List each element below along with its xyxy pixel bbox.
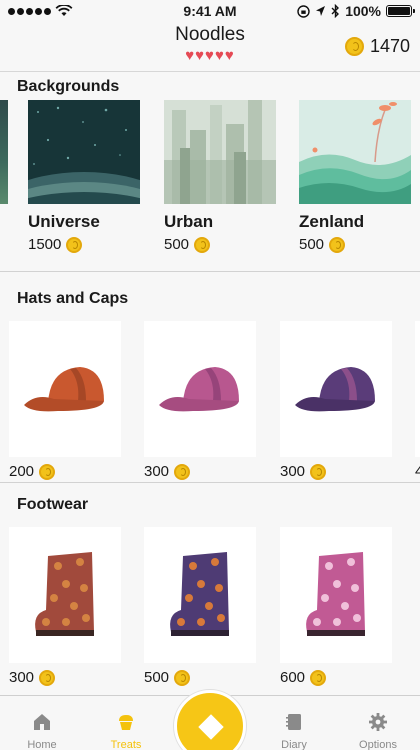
price-tag: 1500 [28, 236, 140, 253]
price-tag: 4 [415, 463, 420, 480]
cupcake-icon [119, 715, 133, 730]
notebook-icon [286, 714, 301, 730]
diamond-icon [198, 714, 224, 740]
bluetooth-icon [331, 4, 340, 18]
coin-balance[interactable]: 1470 [344, 36, 410, 57]
boot-thumbnail [280, 527, 392, 663]
gear-icon [369, 713, 387, 731]
price-value: 300 [9, 669, 35, 686]
hat-card[interactable]: 300 [144, 321, 256, 480]
boot-card[interactable]: 300 [9, 527, 121, 686]
background-card-urban[interactable]: Urban 500 [164, 100, 276, 253]
cap-icon [295, 367, 375, 412]
tab-treats[interactable]: Treats [86, 696, 166, 750]
background-thumbnail-universe [28, 100, 140, 204]
tab-label: Treats [110, 739, 142, 750]
battery-icon [386, 5, 415, 17]
hat-card-partial[interactable]: 4 [415, 321, 420, 480]
hats-row[interactable]: 200 300 300 4 [0, 321, 420, 483]
coin-icon [39, 669, 56, 686]
tab-label: Options [359, 739, 397, 750]
coin-icon [174, 463, 191, 480]
location-arrow-icon [316, 6, 326, 16]
background-name: Urban [164, 212, 214, 231]
price-value: 300 [280, 463, 306, 480]
section-title-hats: Hats and Caps [17, 290, 129, 307]
boot-icon [35, 552, 94, 636]
background-card-universe[interactable]: Universe 1500 [28, 100, 140, 253]
price-value: 1500 [28, 236, 62, 253]
section-divider [0, 482, 420, 483]
hat-card[interactable]: 200 [9, 321, 121, 480]
wifi-icon [55, 5, 73, 16]
price-value: 4 [415, 463, 420, 480]
boot-thumbnail [144, 527, 256, 663]
hat-thumbnail [144, 321, 256, 457]
backgrounds-row[interactable]: Universe 1500 Urban 500 Zenland 500 [0, 100, 420, 290]
boot-thumbnail [9, 527, 121, 663]
background-card-zenland[interactable]: Zenland 500 [299, 100, 411, 253]
coin-icon [66, 236, 83, 253]
background-thumbnail-urban [164, 100, 276, 204]
price-tag: 500 [144, 669, 256, 686]
signal-strength-icon [8, 7, 51, 15]
coin-icon [194, 236, 211, 253]
tab-diary[interactable]: Diary [254, 696, 334, 750]
hat-thumbnail [280, 321, 392, 457]
coin-icon [310, 669, 327, 686]
shop-content[interactable]: Backgrounds Universe 1500 Urban 500 Zenl… [0, 72, 420, 695]
boot-card[interactable]: 600 [280, 527, 392, 686]
status-bar: 9:41 AM 100% [0, 0, 420, 22]
price-value: 600 [280, 669, 306, 686]
background-name: Zenland [299, 212, 365, 231]
coin-icon [329, 236, 346, 253]
tab-options[interactable]: Options [338, 696, 418, 750]
coin-balance-value: 1470 [369, 36, 410, 56]
price-value: 200 [9, 463, 35, 480]
tab-label: Diary [281, 739, 307, 750]
background-card-partial[interactable] [0, 100, 8, 204]
coin-icon [174, 669, 191, 686]
coin-icon [39, 463, 56, 480]
price-tag: 500 [299, 236, 411, 253]
price-tag: 600 [280, 669, 392, 686]
background-name: Universe [28, 212, 100, 231]
cap-icon [159, 367, 239, 412]
price-value: 500 [144, 669, 170, 686]
coin-icon [310, 463, 327, 480]
price-value: 500 [164, 236, 190, 253]
section-title-footwear: Footwear [17, 496, 89, 513]
price-value: 500 [299, 236, 325, 253]
price-tag: 300 [280, 463, 392, 480]
section-divider [0, 271, 420, 272]
price-tag: 300 [144, 463, 256, 480]
section-title-backgrounds: Backgrounds [17, 78, 120, 95]
price-value: 300 [144, 463, 170, 480]
cap-icon [24, 367, 104, 412]
hat-card[interactable]: 300 [280, 321, 392, 480]
coin-icon [344, 37, 364, 56]
boot-icon [306, 552, 365, 636]
rotation-lock-icon [297, 4, 310, 18]
hat-thumbnail [415, 321, 420, 457]
price-tag: 300 [9, 669, 121, 686]
background-thumbnail [0, 100, 8, 204]
footwear-row[interactable]: 300 500 600 [0, 527, 420, 695]
hat-thumbnail [9, 321, 121, 457]
battery-percent: 100% [345, 3, 381, 19]
boot-icon [170, 552, 229, 636]
boot-card[interactable]: 500 [144, 527, 256, 686]
tab-label: Home [27, 739, 57, 750]
top-bar: Noodles ♥♥♥♥♥ 1470 [0, 22, 420, 72]
tab-home[interactable]: Home [2, 696, 82, 750]
price-tag: 200 [9, 463, 121, 480]
background-thumbnail-zenland [299, 100, 411, 204]
price-tag: 500 [164, 236, 276, 253]
home-icon [34, 714, 50, 730]
